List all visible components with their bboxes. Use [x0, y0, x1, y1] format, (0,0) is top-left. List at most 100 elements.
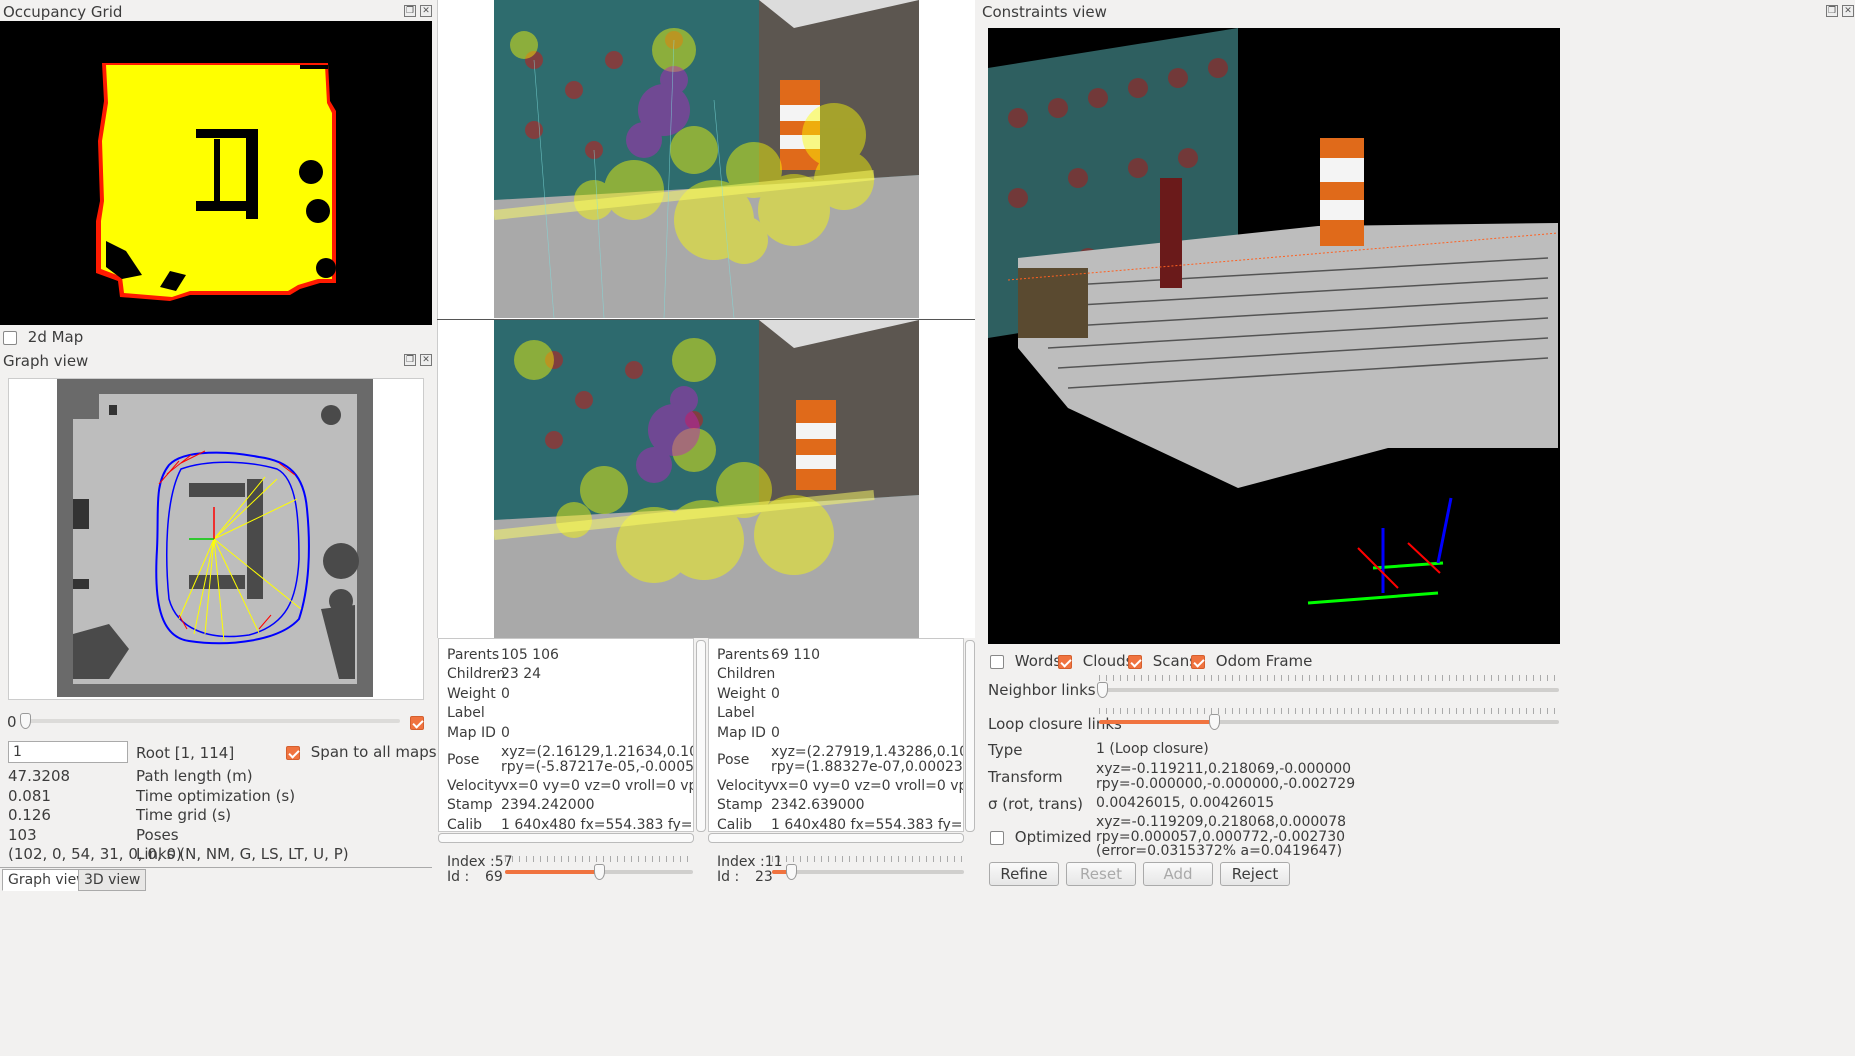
pose-xyz-value: xyz=(2.16129,1.21634,0.100001) [501, 744, 693, 760]
stat-label: Poses [136, 826, 179, 844]
loop-closure-links-slider-handle[interactable] [1209, 714, 1220, 730]
transform-xyz: xyz=-0.119211,0.218069,-0.000000 [1096, 761, 1352, 777]
clouds-checkbox[interactable] [1058, 654, 1072, 669]
tab-3d-view[interactable]: 3D view [78, 869, 147, 891]
right-index-slider[interactable] [772, 870, 964, 874]
pose-rpy-value: rpy=(-5.87217e-05,-0.000539212,- [501, 759, 694, 775]
reject-button[interactable]: Reject [1220, 862, 1290, 886]
right-index-ticks [772, 856, 964, 862]
scans-checkbox-row[interactable]: Scans [1128, 652, 1197, 670]
close-icon[interactable]: ✕ [1842, 5, 1854, 17]
stamp-label: Stamp [447, 797, 493, 813]
add-button[interactable]: Add [1143, 862, 1213, 886]
graph-slider[interactable] [22, 719, 400, 723]
float-icon[interactable]: ❐ [404, 354, 416, 366]
stat-label: Path length (m) [136, 767, 253, 785]
parents-value: 105 106 [501, 647, 559, 663]
map-id-value: 0 [771, 725, 780, 741]
pose-rpy-value: rpy=(1.88327e-07,0.000232626,-0 [771, 759, 963, 775]
float-icon[interactable]: ❐ [404, 5, 416, 17]
stat-label: Time grid (s) [136, 806, 232, 824]
graph-view-canvas[interactable] [8, 378, 424, 700]
transform-rpy: rpy=-0.000000,-0.000000,-0.002729 [1096, 776, 1356, 792]
velocity-value: vx=0 vy=0 vz=0 vroll=0 vpitch=0 v [771, 778, 963, 794]
neighbor-links-slider[interactable] [1099, 688, 1559, 692]
left-index-label: Index :57 [447, 854, 513, 870]
loop-closure-links-slider-fill [1099, 720, 1214, 724]
right-id-value: 23 [755, 869, 773, 885]
right-image-view[interactable] [494, 320, 919, 638]
parents-value: 69 110 [771, 647, 820, 663]
stamp-value: 2394.242000 [501, 797, 595, 813]
stat-label: Time optimization (s) [136, 787, 296, 805]
graph-dock-buttons: ❐ ✕ [404, 354, 432, 366]
words-checkbox[interactable] [990, 654, 1004, 669]
constraints-3d-view[interactable] [988, 28, 1560, 644]
optimized-checkbox-row[interactable]: Optimized [990, 828, 1092, 846]
optimized-label: Optimized [1014, 828, 1092, 846]
reset-button[interactable]: Reset [1066, 862, 1136, 886]
clouds-label: Clouds [1082, 652, 1134, 670]
left-id-label: Id : [447, 869, 470, 885]
left-info-vscroll[interactable] [696, 640, 706, 832]
span-all-maps-row[interactable]: Span to all maps [286, 743, 437, 761]
right-node-info: Parents 69 110 Children Weight 0 Label M… [708, 638, 964, 832]
sigma-value: 0.00426015, 0.00426015 [1096, 795, 1275, 811]
close-icon[interactable]: ✕ [420, 354, 432, 366]
map2d-checkbox-row[interactable]: 2d Map [3, 328, 83, 346]
left-index-slider-fill [505, 870, 599, 874]
stat-label: Links (N, NM, G, LS, LT, U, P) [136, 845, 349, 863]
refine-button[interactable]: Refine [989, 862, 1059, 886]
float-icon[interactable]: ❐ [1826, 5, 1838, 17]
weight-value: 0 [771, 686, 780, 702]
neighbor-links-slider-handle[interactable] [1097, 682, 1108, 698]
odom-frame-checkbox-row[interactable]: Odom Frame [1191, 652, 1312, 670]
left-index-slider-handle[interactable] [594, 864, 605, 880]
tab-bar-divider [0, 867, 432, 868]
left-id-value: 69 [485, 869, 503, 885]
map-id-value: 0 [501, 725, 510, 741]
odom-frame-checkbox[interactable] [1191, 654, 1205, 669]
stat-value: 0.126 [8, 806, 51, 824]
left-image-view[interactable] [494, 0, 919, 318]
left-info-hscroll[interactable] [438, 833, 694, 843]
root-spinbox-value: 1 [13, 744, 22, 760]
loop-closure-links-ticks [1099, 708, 1559, 714]
right-info-hscroll[interactable] [708, 833, 964, 843]
stat-value: 47.3208 [8, 767, 71, 785]
loop-closure-links-label: Loop closure links [988, 715, 1122, 733]
graph-view-title: Graph view [3, 352, 89, 370]
graph-slider-checkbox[interactable] [410, 715, 424, 730]
map-id-label: Map ID [447, 725, 496, 741]
scans-checkbox[interactable] [1128, 654, 1142, 669]
right-id-label: Id : [717, 869, 740, 885]
optimized-checkbox[interactable] [990, 830, 1004, 845]
graph-slider-handle[interactable] [20, 713, 31, 729]
occupancy-grid-map[interactable] [0, 21, 432, 325]
close-icon[interactable]: ✕ [420, 5, 432, 17]
right-info-vscroll[interactable] [965, 640, 975, 832]
parents-label: Parents [717, 647, 770, 663]
optimized-xyz: xyz=-0.119209,0.218068,0.000078 [1096, 814, 1347, 830]
span-all-maps-checkbox[interactable] [286, 745, 300, 760]
left-index-ticks [505, 856, 693, 862]
words-checkbox-row[interactable]: Words [990, 652, 1061, 670]
calib-value: 1 640x480 fx=554.383 fy=554.383 [501, 817, 693, 832]
calib-label: Calib [447, 817, 483, 832]
pose-xyz-value: xyz=(2.27919,1.43286,0.100002) [771, 744, 963, 760]
map2d-checkbox[interactable] [3, 330, 17, 345]
graph-view-map [57, 379, 373, 697]
map-id-label: Map ID [717, 725, 766, 741]
clouds-checkbox-row[interactable]: Clouds [1058, 652, 1133, 670]
root-label: Root [1, 114] [136, 744, 235, 762]
weight-value: 0 [501, 686, 510, 702]
right-index-slider-handle[interactable] [786, 864, 797, 880]
children-label: Children [717, 666, 776, 682]
velocity-value: vx=0 vy=0 vz=0 vroll=0 vpitch=0 v [501, 778, 693, 794]
children-value: 23 24 [501, 666, 542, 682]
velocity-label: Velocity [447, 778, 502, 794]
weight-label: Weight [717, 686, 766, 702]
label-label: Label [447, 705, 485, 721]
occupancy-dock-buttons: ❐ ✕ [404, 5, 432, 17]
root-spinbox[interactable]: 1 [8, 741, 128, 763]
